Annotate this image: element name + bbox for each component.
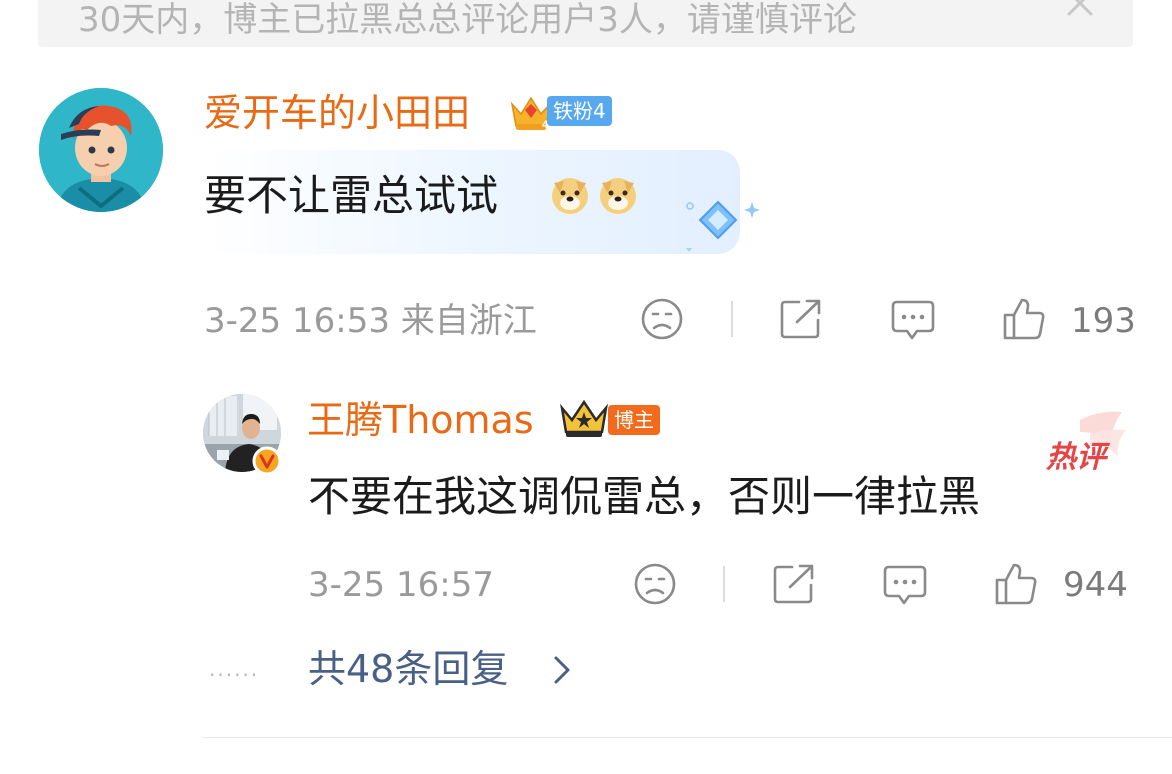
close-icon[interactable] bbox=[1063, 0, 1097, 20]
dislike-icon[interactable] bbox=[640, 297, 684, 341]
more-replies-dots: ...... bbox=[209, 657, 260, 681]
comment-meta: 3-25 16:53 来自浙江 bbox=[204, 301, 537, 341]
chevron-right-icon[interactable] bbox=[553, 655, 571, 685]
reply-text: 不要在我这调侃雷总，否则一律拉黑 bbox=[308, 472, 981, 521]
verified-icon bbox=[252, 446, 282, 476]
divider bbox=[203, 737, 1172, 738]
blogger-badge: 博主 bbox=[608, 405, 660, 435]
dislike-icon[interactable] bbox=[633, 562, 677, 606]
action-separator bbox=[731, 301, 733, 337]
crown-icon bbox=[560, 399, 608, 437]
more-replies-link[interactable]: 共48条回复 bbox=[308, 650, 508, 688]
hot-comment-badge: 热评 bbox=[1040, 410, 1130, 480]
doge-emoji-icon bbox=[600, 178, 636, 214]
hot-label: 热评 bbox=[1046, 440, 1106, 475]
comment-icon[interactable] bbox=[890, 298, 936, 342]
notice-text: 30天内，博主已拉黑总总评论用户3人，请谨慎评论 bbox=[78, 0, 857, 40]
like-count: 944 bbox=[1063, 565, 1128, 605]
fan-level-badge: 铁粉4 bbox=[547, 96, 612, 126]
reply-meta: 3-25 16:57 bbox=[308, 565, 494, 605]
reply-username[interactable]: 王腾Thomas bbox=[307, 401, 534, 439]
comment-notice-bar: 30天内，博主已拉黑总总评论用户3人，请谨慎评论 bbox=[38, 0, 1133, 47]
like-count: 193 bbox=[1071, 301, 1136, 341]
diamond-decoration-icon bbox=[686, 200, 760, 252]
action-separator bbox=[723, 566, 725, 602]
like-icon[interactable] bbox=[1001, 296, 1047, 342]
share-icon[interactable] bbox=[779, 298, 823, 340]
like-icon[interactable] bbox=[993, 561, 1039, 607]
comment-text: 要不让雷总试试 bbox=[204, 171, 499, 220]
share-icon[interactable] bbox=[772, 563, 816, 605]
comment-username[interactable]: 爱开车的小田田 bbox=[204, 94, 470, 132]
avatar[interactable] bbox=[39, 88, 163, 212]
doge-emoji-icon bbox=[552, 178, 588, 214]
comment-icon[interactable] bbox=[882, 563, 928, 607]
